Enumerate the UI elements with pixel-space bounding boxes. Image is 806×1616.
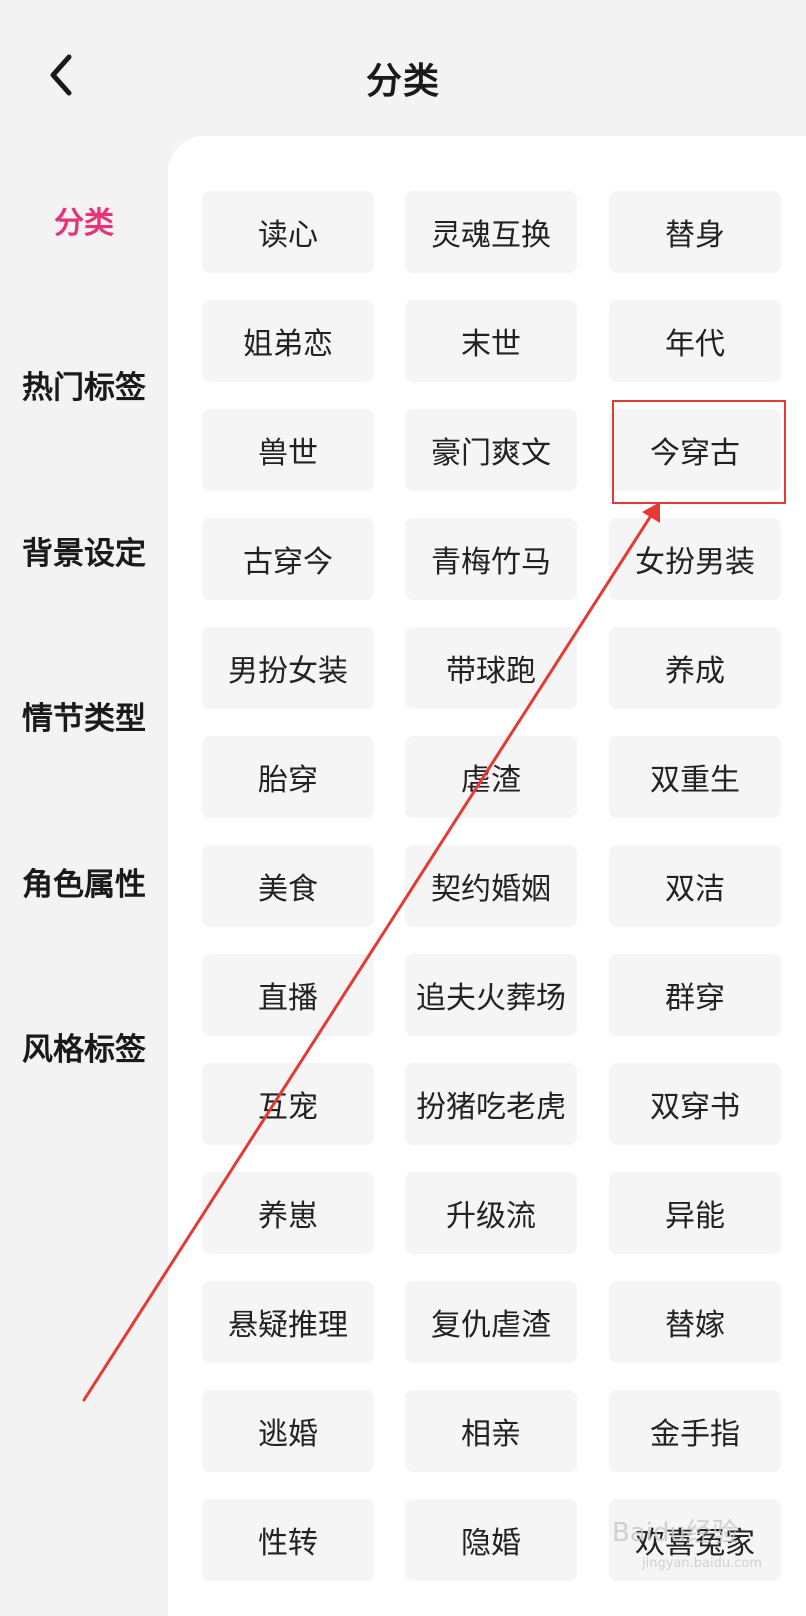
tag-item[interactable]: 读心 <box>202 191 374 273</box>
tag-item[interactable]: 金手指 <box>609 1390 781 1472</box>
tag-item[interactable]: 性转 <box>202 1499 374 1581</box>
tag-item[interactable]: 带球跑 <box>405 627 577 709</box>
tag-item[interactable]: 双穿书 <box>609 1063 781 1145</box>
tag-item[interactable]: 古穿今 <box>202 518 374 600</box>
tag-item[interactable]: 相亲 <box>405 1390 577 1472</box>
tag-item[interactable]: 悬疑推理 <box>202 1281 374 1363</box>
tag-item[interactable]: 双洁 <box>609 845 781 927</box>
tag-item[interactable]: 养崽 <box>202 1172 374 1254</box>
tag-item[interactable]: 美食 <box>202 845 374 927</box>
tag-item[interactable]: 隐婚 <box>405 1499 577 1581</box>
tag-item[interactable]: 双重生 <box>609 736 781 818</box>
tag-item[interactable]: 年代 <box>609 300 781 382</box>
sidebar-item-plot-type[interactable]: 情节类型 <box>0 693 168 738</box>
sidebar-item-background[interactable]: 背景设定 <box>0 528 168 573</box>
tag-item[interactable]: 女扮男装 <box>609 518 781 600</box>
tag-item[interactable]: 升级流 <box>405 1172 577 1254</box>
tag-item[interactable]: 直播 <box>202 954 374 1036</box>
tag-item[interactable]: 末世 <box>405 300 577 382</box>
tag-item[interactable]: 互宠 <box>202 1063 374 1145</box>
tag-item[interactable]: 异能 <box>609 1172 781 1254</box>
sidebar-item-style-tags[interactable]: 风格标签 <box>0 1024 168 1069</box>
tag-item[interactable]: 契约婚姻 <box>405 845 577 927</box>
tag-item[interactable]: 胎穿 <box>202 736 374 818</box>
tag-item[interactable]: 男扮女装 <box>202 627 374 709</box>
tag-item[interactable]: 替嫁 <box>609 1281 781 1363</box>
sidebar-item-hot-tags[interactable]: 热门标签 <box>0 362 168 407</box>
tag-item[interactable]: 扮猪吃老虎 <box>405 1063 577 1145</box>
tag-item[interactable]: 豪门爽文 <box>405 409 577 491</box>
sidebar-item-category[interactable]: 分类 <box>0 198 168 242</box>
tag-item[interactable]: 兽世 <box>202 409 374 491</box>
tag-item[interactable]: 养成 <box>609 627 781 709</box>
tag-item[interactable]: 替身 <box>609 191 781 273</box>
sidebar-item-character[interactable]: 角色属性 <box>0 859 168 904</box>
tag-item[interactable]: 群穿 <box>609 954 781 1036</box>
tag-item[interactable]: 虐渣 <box>405 736 577 818</box>
tag-item[interactable]: 复仇虐渣 <box>405 1281 577 1363</box>
tag-item[interactable]: 青梅竹马 <box>405 518 577 600</box>
page-title: 分类 <box>365 61 440 102</box>
tag-item[interactable]: 姐弟恋 <box>202 300 374 382</box>
tag-item[interactable]: 灵魂互换 <box>405 191 577 273</box>
watermark: Baidu经验 jingyan.baidu.com <box>612 1518 762 1571</box>
tag-item[interactable]: 追夫火葬场 <box>405 954 577 1036</box>
header: 分类 <box>0 0 806 150</box>
tag-item[interactable]: 逃婚 <box>202 1390 374 1472</box>
tag-item[interactable]: 今穿古 <box>609 409 781 491</box>
